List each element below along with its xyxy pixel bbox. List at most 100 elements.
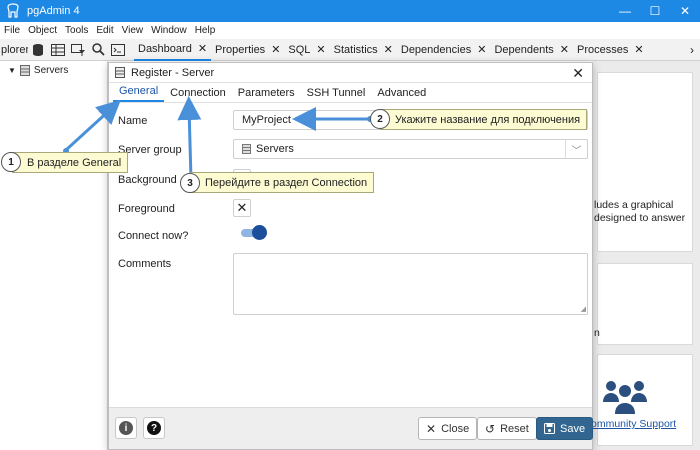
server-icon [115,67,125,78]
dialog-title: Register - Server [131,66,215,79]
comments-label: Comments [118,258,172,270]
name-label: Name [118,115,148,127]
dashboard-links-card [597,263,693,345]
database-icon[interactable] [28,40,48,60]
info-icon: i [119,421,133,435]
comments-textarea[interactable]: ◢ [233,253,588,315]
window-title: pgAdmin 4 [27,5,80,17]
tab-label: Dependents [494,43,554,56]
close-button-label: Close [441,422,470,435]
callout-text: Укажите название для подключения [395,113,581,126]
close-window-button[interactable]: ✕ [670,0,700,22]
server-group-select[interactable]: Servers ﹀ [233,139,588,159]
close-icon: ✕ [426,421,437,436]
close-button[interactable]: ✕ Close [418,417,478,440]
menu-object[interactable]: Object [28,25,57,36]
community-users-icon [603,381,647,414]
search-icon[interactable] [88,40,108,60]
dialog-footer: i ? ✕ Close ↺ Reset Save [109,407,594,449]
reset-icon: ↺ [485,421,496,436]
community-support-link[interactable]: ommunity Support [591,418,676,430]
server-group-icon [19,64,30,76]
title-bar: pgAdmin 4 — ☐ ✕ [0,0,700,22]
tab-dashboard[interactable]: Dashboard ✕ [134,39,212,61]
chevron-down-icon[interactable]: ﹀ [565,140,587,158]
tabs-overflow-chevron-icon[interactable]: › [690,43,694,57]
resize-grip-icon[interactable]: ◢ [581,305,586,313]
help-icon: ? [147,421,161,435]
dashboard-link-fragment: n [594,327,600,339]
close-tab-icon[interactable]: ✕ [634,43,643,56]
foreground-label: Foreground [118,203,175,215]
tab-processes[interactable]: Processes ✕ [573,39,648,61]
chevron-down-icon[interactable]: ▼ [8,66,16,75]
explorer-label: plorer [1,43,28,56]
tab-statistics[interactable]: Statistics ✕ [330,39,397,61]
tab-properties[interactable]: Properties ✕ [211,39,284,61]
menu-view[interactable]: View [122,25,144,36]
connect-now-toggle[interactable] [241,225,267,240]
help-button[interactable]: ? [143,417,165,439]
reset-button[interactable]: ↺ Reset [477,417,537,440]
clear-color-icon: ✕ [236,200,248,215]
tab-bar: plorer Dashboard ✕ Properties ✕ SQL ✕ Stati… [0,39,700,61]
tab-label: Dependencies [400,43,472,56]
name-value: MyProject [242,114,291,126]
tab-advanced[interactable]: Advanced [371,87,432,102]
close-dialog-icon[interactable]: ✕ [572,65,584,82]
dialog-tabs: General Connection Parameters SSH Tunnel… [109,83,592,103]
reset-button-label: Reset [500,422,529,435]
menu-file[interactable]: File [4,25,20,36]
close-tab-icon[interactable]: ✕ [271,43,280,56]
menu-window[interactable]: Window [151,25,187,36]
close-tab-icon[interactable]: ✕ [198,42,207,55]
dashboard-welcome-card [597,72,693,252]
dashboard-description-line: designed to answer [594,212,686,224]
callout-3: Перейдите в раздел Connection [190,172,375,193]
dialog-header: Register - Server ✕ [109,63,592,83]
menu-help[interactable]: Help [195,25,216,36]
tab-general[interactable]: General [113,85,165,102]
info-button[interactable]: i [115,417,137,439]
save-button[interactable]: Save [536,417,594,440]
tab-ssh-tunnel[interactable]: SSH Tunnel [301,87,372,102]
tab-label: Properties [215,43,266,56]
menu-tools[interactable]: Tools [65,25,88,36]
object-explorer-tree: ▼ Servers [0,61,108,450]
terminal-icon[interactable] [108,40,128,60]
tab-label: Processes [576,43,629,56]
callout-text: В разделе General [27,156,122,169]
tab-label: Dashboard [138,42,192,55]
close-tab-icon[interactable]: ✕ [384,43,393,56]
save-icon [544,423,555,434]
dashboard-description-line: ludes a graphical [594,199,674,211]
close-tab-icon[interactable]: ✕ [560,43,569,56]
minimize-button[interactable]: — [610,0,640,22]
tree-item-servers[interactable]: ▼ Servers [0,61,107,79]
maximize-button[interactable]: ☐ [640,0,670,22]
grid-view-icon[interactable] [48,40,68,60]
foreground-color-picker[interactable]: ✕ [233,199,251,217]
callout-2: Укажите название для подключения [380,109,588,130]
callout-text: Перейдите в раздел Connection [205,176,368,189]
tree-item-label: Servers [33,64,69,76]
tab-label: Statistics [333,43,378,56]
tab-parameters[interactable]: Parameters [232,87,301,102]
callout-number-badge: 1 [1,152,21,172]
menu-bar: File Object Tools Edit View Window Help [0,22,700,39]
tab-label: SQL [288,43,311,56]
background-label: Background [118,174,177,186]
tab-sql[interactable]: SQL ✕ [284,39,329,61]
filter-table-icon[interactable] [68,40,88,60]
toggle-knob [252,225,267,240]
server-group-value: Servers [256,143,294,155]
callout-number-badge: 2 [370,109,390,129]
menu-edit[interactable]: Edit [96,25,113,36]
connect-now-label: Connect now? [118,230,189,242]
close-tab-icon[interactable]: ✕ [477,43,486,56]
close-tab-icon[interactable]: ✕ [316,43,325,56]
tab-dependencies[interactable]: Dependencies ✕ [397,39,491,61]
server-group-icon [242,144,251,154]
tab-connection[interactable]: Connection [164,87,232,102]
tab-dependents[interactable]: Dependents ✕ [490,39,573,61]
